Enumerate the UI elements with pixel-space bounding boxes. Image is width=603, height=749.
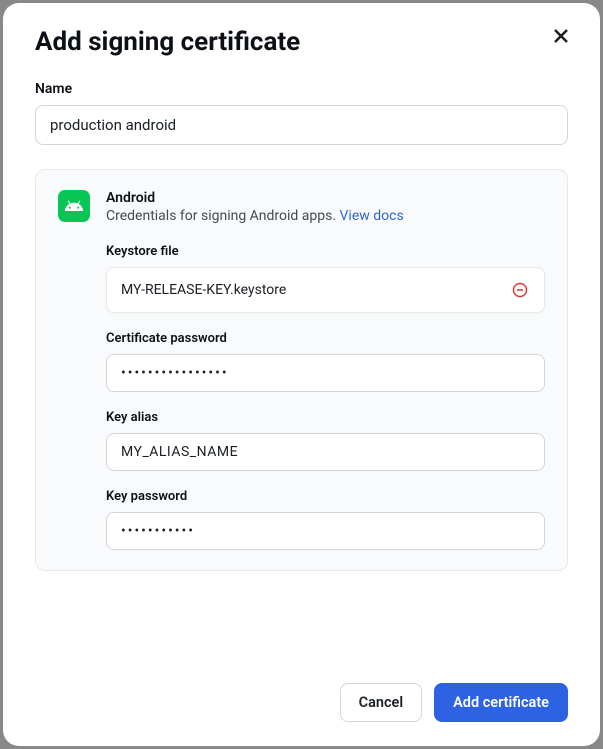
modal-title: Add signing certificate — [35, 27, 300, 57]
name-input[interactable] — [35, 105, 568, 145]
remove-file-button[interactable] — [510, 280, 530, 300]
android-description: Credentials for signing Android apps. Vi… — [106, 208, 545, 224]
name-field-group: Name — [35, 81, 568, 145]
android-content: Android Credentials for signing Android … — [106, 190, 545, 550]
modal-header: Add signing certificate — [35, 27, 568, 57]
key-password-field: Key password — [106, 489, 545, 550]
keystore-label: Keystore file — [106, 244, 545, 259]
view-docs-link[interactable]: View docs — [340, 208, 404, 224]
android-description-text: Credentials for signing Android apps. — [106, 208, 340, 224]
remove-circle-icon — [512, 282, 528, 298]
android-section: Android Credentials for signing Android … — [35, 169, 568, 571]
name-label: Name — [35, 81, 568, 97]
android-icon — [58, 190, 90, 222]
cancel-button[interactable]: Cancel — [340, 683, 423, 722]
key-password-input[interactable] — [106, 512, 545, 550]
key-alias-input[interactable] — [106, 433, 545, 471]
key-alias-field: Key alias — [106, 410, 545, 471]
keystore-field: Keystore file MY-RELEASE-KEY.keystore — [106, 244, 545, 313]
modal-footer: Cancel Add certificate — [35, 663, 568, 722]
keystore-file-display: MY-RELEASE-KEY.keystore — [106, 267, 545, 313]
close-icon — [554, 29, 568, 43]
cert-password-label: Certificate password — [106, 331, 545, 346]
key-password-label: Key password — [106, 489, 545, 504]
add-certificate-button[interactable]: Add certificate — [434, 683, 568, 722]
cert-password-field: Certificate password — [106, 331, 545, 392]
key-alias-label: Key alias — [106, 410, 545, 425]
close-button[interactable] — [550, 25, 572, 50]
cert-password-input[interactable] — [106, 354, 545, 392]
android-title: Android — [106, 190, 545, 206]
add-certificate-modal: Add signing certificate Name Android Cre… — [3, 3, 600, 746]
keystore-filename: MY-RELEASE-KEY.keystore — [121, 282, 286, 298]
